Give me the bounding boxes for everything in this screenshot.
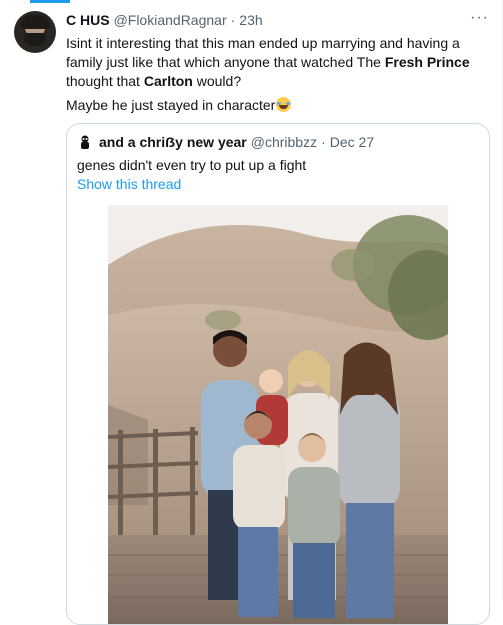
family-photo[interactable] [108, 205, 448, 624]
show-thread-link[interactable]: Show this thread [77, 175, 181, 194]
quoted-tweet-card[interactable]: and a chriẞy new year @chribbzz · Dec 27… [66, 123, 490, 625]
tweet-time[interactable]: 23h [239, 12, 262, 28]
quoted-date: Dec 27 [329, 134, 375, 150]
separator-dot: · [321, 134, 326, 150]
separator-dot: · [230, 12, 236, 28]
avatar[interactable] [14, 11, 56, 53]
tears-of-joy-icon [276, 97, 292, 112]
bold-fresh-prince: Fresh Prince [384, 54, 470, 70]
tweet-text-line2: Maybe he just stayed in character [66, 96, 494, 115]
author-handle[interactable]: @FlokiandRagnar [114, 12, 227, 28]
more-options-icon[interactable]: ··· [470, 9, 489, 27]
quoted-tweet-text: genes didn't even try to put up a fight [77, 157, 307, 173]
tweet-header: C HUS @FlokiandRagnar · 23h [66, 12, 263, 28]
bold-carlton: Carlton [143, 73, 193, 89]
quoted-tweet-header: and a chriẞy new year @chribbzz · Dec 27 [77, 134, 374, 150]
quoted-author-name: and a chriẞy new year [99, 134, 247, 150]
tab-indicator [30, 0, 70, 3]
tweet-text: Isint it interesting that this man ended… [66, 35, 470, 89]
quoted-author-handle: @chribbzz [250, 134, 318, 150]
author-name[interactable]: C HUS [66, 12, 110, 28]
quoted-avatar-icon [77, 134, 93, 150]
